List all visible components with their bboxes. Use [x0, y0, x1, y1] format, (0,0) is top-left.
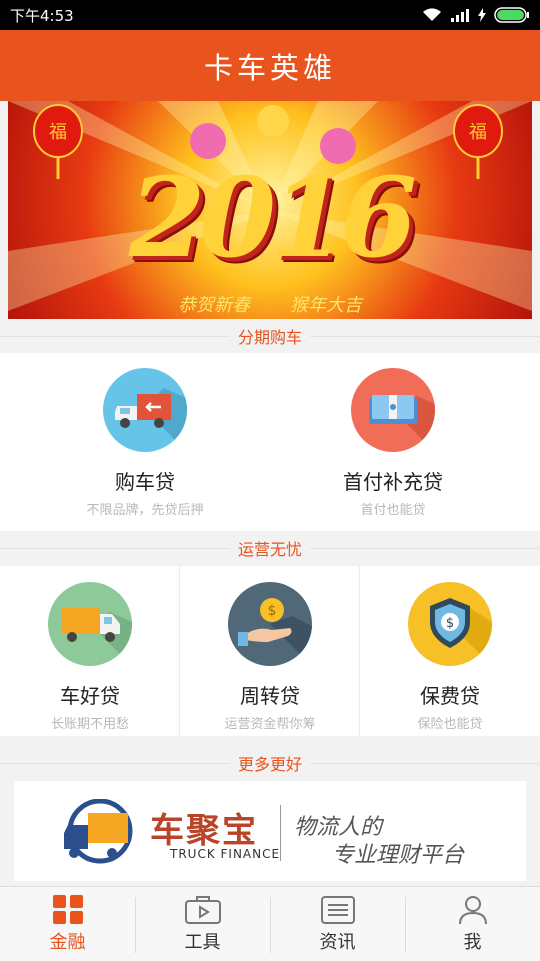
charging-icon [478, 8, 486, 22]
ad-brand-cn: 车聚宝 [150, 811, 258, 851]
ad-slogan-line2: 专业理财平台 [332, 843, 465, 868]
grid-icon [52, 895, 83, 924]
battery-icon [494, 7, 529, 23]
good-truck-loan-item[interactable]: 车好贷 长账期不用愁 [0, 582, 180, 732]
item-subtitle: 首付也能贷 [360, 503, 426, 518]
section-title: 更多更好 [229, 751, 310, 775]
toolbox-icon [184, 896, 221, 924]
item-title: 周转贷 [240, 684, 300, 708]
section-title: 分期购车 [229, 324, 310, 348]
item-subtitle: 不限品牌，先贷后押 [86, 503, 204, 518]
person-icon [458, 896, 487, 925]
down-payment-loan-item[interactable]: 首付补充贷 首付也能贷 [293, 368, 493, 518]
section-title: 运营无忧 [229, 536, 310, 560]
item-title: 车好贷 [60, 684, 120, 708]
signal-icon [451, 9, 469, 22]
item-title: 购车贷 [115, 470, 175, 494]
section-header-more: 更多更好 [0, 746, 540, 780]
svg-text:福: 福 [469, 122, 487, 143]
operations-panel: 车好贷 长账期不用愁 $ 周转贷 运营资金帮你筹 $ 保费贷 保险也能贷 [0, 566, 540, 736]
bottom-tab-bar: 金融 工具 资讯 我 [0, 886, 540, 961]
tab-label: 我 [463, 932, 482, 953]
tab-label: 金融 [49, 932, 86, 953]
item-title: 保费贷 [420, 684, 480, 708]
news-icon [320, 896, 355, 924]
tab-label: 资讯 [319, 932, 356, 953]
promo-banner[interactable]: 福 福 2016 恭贺新春 猴年大吉 [8, 101, 532, 319]
truck-icon [48, 582, 132, 666]
svg-text:福: 福 [49, 122, 67, 143]
section-header-operations: 运营无忧 [0, 531, 540, 565]
status-time: 下午4:53 [10, 6, 74, 25]
ad-brand-en: TRUCK FINANCE [170, 847, 281, 861]
tab-tools[interactable]: 工具 [135, 887, 270, 961]
tab-me[interactable]: 我 [405, 887, 540, 961]
banner-slogan-right: 猴年大吉 [290, 295, 362, 316]
tab-news[interactable]: 资讯 [270, 887, 405, 961]
status-icons [422, 7, 530, 23]
insurance-loan-item[interactable]: $ 保费贷 保险也能贷 [360, 582, 540, 732]
status-bar: 下午4:53 [0, 0, 540, 30]
item-title: 首付补充贷 [343, 470, 443, 494]
app-bar: 卡车英雄 [0, 30, 540, 101]
svg-text:$: $ [446, 616, 454, 631]
app-title: 卡车英雄 [203, 50, 336, 85]
truck-finance-logo-icon [64, 799, 133, 864]
car-loan-item[interactable]: 购车贷 不限品牌，先贷后押 [45, 368, 245, 518]
truck-icon [103, 368, 187, 452]
item-subtitle: 保险也能贷 [417, 717, 483, 732]
truck-finance-ad[interactable]: 车聚宝 TRUCK FINANCE 物流人的 专业理财平台 [14, 781, 526, 881]
banner-slogan-left: 恭贺新春 [178, 295, 250, 316]
svg-text:$: $ [268, 603, 277, 619]
installment-panel: 购车贷 不限品牌，先贷后押 首付补充贷 首付也能贷 [0, 353, 540, 531]
item-subtitle: 运营资金帮你筹 [224, 717, 316, 732]
shield-dollar-icon: $ [408, 582, 492, 666]
banner-year: 2016 [128, 153, 417, 282]
tab-label: 工具 [184, 932, 221, 953]
turnover-loan-item[interactable]: $ 周转贷 运营资金帮你筹 [180, 582, 360, 732]
item-subtitle: 长账期不用愁 [50, 717, 129, 732]
cash-icon [351, 368, 435, 452]
wifi-icon [423, 8, 441, 21]
coin-hand-icon: $ [228, 582, 312, 666]
tab-finance[interactable]: 金融 [0, 887, 135, 961]
section-header-installment: 分期购车 [0, 319, 540, 353]
